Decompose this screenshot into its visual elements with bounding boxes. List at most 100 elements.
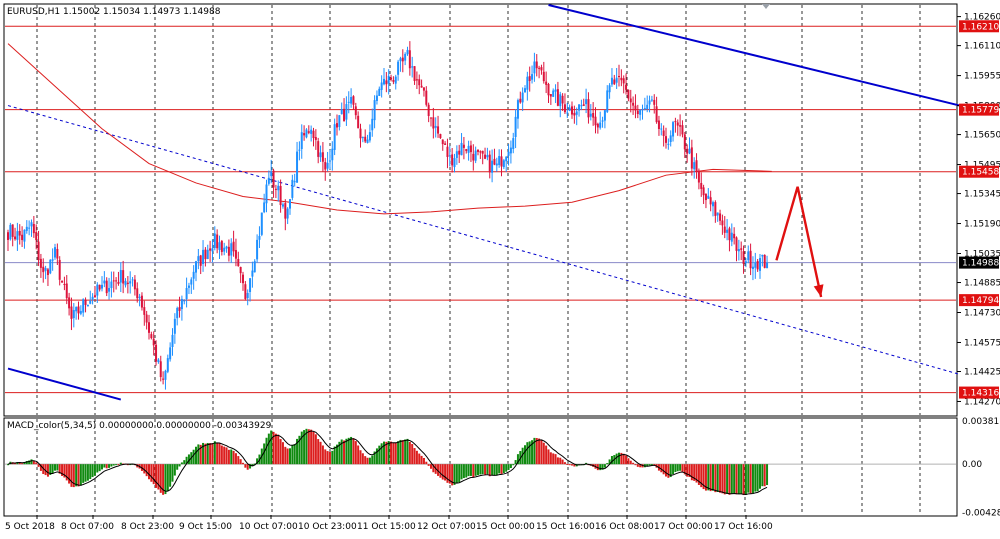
candle-body [340,109,343,115]
candle-body [115,280,118,282]
candle-body [688,148,691,154]
candle-body [281,204,284,207]
candle-body [606,90,609,112]
macd-bar [462,464,465,479]
candle-body [237,259,240,267]
candle-body [709,197,712,205]
candle-body [242,274,244,284]
symbol-info: EURUSD,H1 1.15002 1.15034 1.14973 1.1498… [7,7,221,17]
macd-bar [359,450,362,465]
candle-body [138,296,141,299]
macd-bar [406,438,409,465]
candle-body [178,307,181,311]
candle-body [660,128,663,130]
macd-bar [756,464,759,492]
candle-body [681,125,684,135]
candle-body [566,112,569,114]
candle-body [42,266,45,273]
macd-bar [538,438,541,465]
candle-body [618,76,620,78]
macd-bar [21,463,24,465]
macd-bar [333,446,336,465]
candle-body [702,187,705,196]
macd-bar [246,464,249,470]
macd-bar [606,463,609,465]
candle-body [481,150,484,154]
macd-bar [82,464,85,483]
macd-bar [54,464,56,471]
trading-chart[interactable]: EURUSD,H1 1.15002 1.15034 1.14973 1.1498… [0,0,1000,539]
candle-body [462,144,465,148]
candle-body [133,279,136,290]
macd-bar [354,441,357,465]
macd-bar [326,451,329,465]
candle-body [345,104,348,120]
candle-body [152,338,155,346]
macd-bar [51,464,54,474]
macd-bar [183,460,186,465]
macd-bar [68,464,71,484]
candle-body [592,112,595,118]
candle-body [636,110,639,115]
macd-bar [554,454,557,465]
macd-bar [477,464,479,476]
macd-bar [662,464,665,475]
macd-bar [218,443,221,465]
candle-body [455,151,458,158]
candle-body [415,79,418,81]
candle-body [338,115,341,128]
macd-bar [514,460,517,465]
candle-body [220,240,223,252]
macd-bar [524,445,526,465]
price-tag-label: 1.14794 [962,296,999,306]
candle-body [538,67,541,69]
macd-bar [721,464,724,494]
candle-body [432,117,435,129]
candle-body [385,80,388,85]
candle-body [441,139,444,145]
candle-body [63,284,66,286]
candle-body [49,259,52,274]
candle-body [425,90,428,105]
candle-body [700,182,703,189]
candle-body [411,66,414,68]
candle-body [516,100,519,119]
macd-bar [171,464,174,482]
macd-bar [30,459,33,465]
candle-body [328,160,331,162]
candle-body [270,171,273,177]
candle-body [427,104,430,116]
macd-bar [744,464,747,495]
candle-body [535,61,538,69]
candle-body [314,137,317,140]
candle-body [155,344,158,362]
macd-bar [719,464,722,493]
candle-body [672,122,675,137]
price-tick-label: 1.16110 [964,42,1000,52]
macd-bar [321,445,324,465]
candle-body [129,281,132,284]
candle-body [465,149,468,152]
candle-body [540,67,543,71]
macd-bar [500,464,503,474]
candle-body [662,130,665,136]
candle-body [173,318,176,334]
time-tick-label: 15 Oct 16:00 [536,522,595,532]
macd-bar [234,453,237,465]
macd-bar [211,443,214,465]
macd-bar [237,456,240,465]
candle-body [448,155,451,157]
macd-bar [204,443,207,465]
candle-body [206,249,209,259]
time-tick-label: 10 Oct 23:00 [298,522,357,532]
candle-body [406,49,409,55]
candle-body [46,269,49,276]
candle-body [484,154,487,159]
macd-bar [552,453,555,465]
macd-bar [472,464,475,478]
candle-body [77,306,80,314]
candle-body [54,247,56,258]
candle-body [197,256,200,262]
candle-body [430,117,432,119]
candle-body [256,239,259,260]
